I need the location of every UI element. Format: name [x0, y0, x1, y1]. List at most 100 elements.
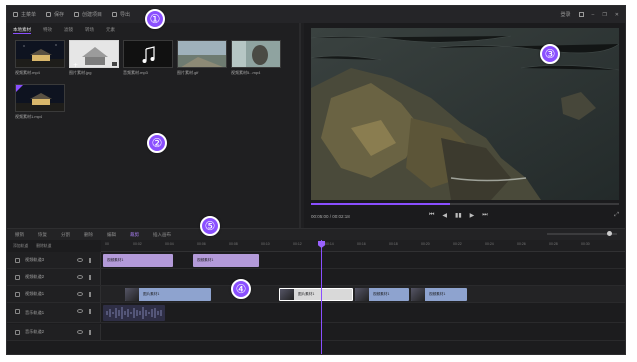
export-button[interactable]: 导出 [112, 11, 130, 18]
speaker-icon[interactable] [89, 258, 94, 263]
clip-label: 视频素材1 [107, 258, 124, 262]
media-thumbnail: + [69, 40, 119, 68]
preview-progress-bar[interactable] [311, 203, 619, 205]
ruler-tick: 00:26 [517, 242, 526, 246]
window-controls: 登录 – ❐ ✕ [561, 6, 619, 23]
ruler-tick: 00:02 [133, 242, 142, 246]
timeline-header: 添加轨道 删除轨道 [7, 240, 101, 252]
fullscreen-icon[interactable]: ⤢ [614, 212, 619, 219]
tab-effects[interactable]: 特效 [43, 27, 52, 33]
track-video-1: 视频轨道1 图片素材1 图片素材1 视频素材1 视频素材1 [7, 286, 625, 303]
create-project-button[interactable]: 创建项目 [74, 11, 102, 18]
tab-elements[interactable]: 元素 [106, 27, 115, 33]
timeline-clip[interactable]: 图片素材1 [125, 288, 211, 301]
zoom-slider-knob[interactable] [607, 231, 612, 236]
titlebar: 主菜单 保存 创建项目 导出 登录 – ❐ ✕ [7, 6, 625, 23]
speaker-icon[interactable] [89, 275, 94, 280]
restore-icon[interactable]: ❐ [602, 12, 606, 18]
tab-filters[interactable]: 滤镜 [64, 27, 73, 33]
step-forward-icon[interactable]: ▶ [470, 212, 475, 219]
lock-icon[interactable] [15, 309, 20, 314]
track-audio-1: 音乐轨道1 [7, 303, 625, 323]
ruler-tick: 00:14 [325, 242, 334, 246]
timeline-clip[interactable]: 视频素材1 [411, 288, 467, 301]
crop-button[interactable]: 裁剪 [130, 232, 139, 238]
tab-local-media[interactable]: 本地素材 [13, 27, 31, 34]
track-audio-2: 音乐轨道2 [7, 324, 625, 341]
media-item-video-3[interactable]: 视频素材1.mp4 [15, 84, 65, 120]
delete-track-button[interactable]: 删除轨道 [36, 244, 51, 249]
next-frame-icon[interactable]: ⏭ [482, 212, 487, 219]
marker-3: ③ [540, 44, 560, 64]
track-header: 音乐轨道1 [7, 303, 101, 322]
media-name: 图片素材.gif [177, 70, 199, 75]
timeline-clip-selected[interactable]: 图片素材1 [279, 288, 353, 301]
speaker-icon[interactable] [89, 292, 94, 297]
eye-icon[interactable] [77, 292, 83, 296]
timeline-clip[interactable]: 视频素材1 [193, 254, 259, 267]
media-item-gif[interactable]: 图片素材.gif [177, 40, 227, 76]
minimize-icon[interactable]: – [592, 12, 595, 18]
tab-transitions[interactable]: 转场 [85, 27, 94, 33]
export-icon [112, 12, 118, 17]
clip-label: 图片素材1 [298, 292, 315, 296]
library-scrollbar[interactable] [299, 23, 301, 228]
media-item-audio[interactable]: 音频素材.mp3 [123, 40, 173, 76]
track-header: 音乐轨道2 [7, 324, 101, 340]
clip-thumbnail [280, 289, 294, 300]
preview-controls: 00:05:00 / 00:02:18 ⏮ ◀ ▮▮ ▶ ⏭ ⤢ [311, 209, 619, 223]
track-name: 音乐轨道2 [25, 329, 45, 334]
timeline-playhead[interactable] [318, 240, 325, 354]
save-icon [46, 12, 52, 17]
close-icon[interactable]: ✕ [615, 12, 619, 18]
media-item-video[interactable]: 视频素材.mp4 [15, 40, 65, 76]
lock-icon[interactable] [15, 275, 20, 280]
lock-icon[interactable] [15, 258, 20, 263]
music-note-icon [142, 46, 155, 63]
speaker-icon[interactable] [89, 330, 94, 335]
playback-buttons: ⏮ ◀ ▮▮ ▶ ⏭ [429, 212, 488, 219]
timeline-clip[interactable]: 视频素材1 [355, 288, 409, 301]
timeline-zoom-slider[interactable] [547, 231, 617, 236]
edit-button[interactable]: 编辑 [107, 232, 116, 238]
menu-icon [13, 12, 18, 17]
media-thumbnail [231, 40, 281, 68]
undo-button[interactable]: 撤销 [15, 232, 24, 238]
timeline-ruler[interactable]: 00 00:02 00:04 00:06 00:08 00:10 00:12 0… [101, 240, 625, 252]
media-item-video-2[interactable]: 视频素材5...mp4 [231, 40, 281, 76]
split-button[interactable]: 分割 [61, 232, 70, 238]
lock-icon[interactable] [15, 330, 20, 335]
save-button[interactable]: 保存 [46, 11, 64, 18]
eye-icon[interactable] [77, 275, 83, 279]
prev-frame-icon[interactable]: ⏮ [429, 212, 434, 219]
play-icon[interactable]: ▮▮ [455, 212, 462, 219]
clip-thumbnail [125, 288, 139, 301]
media-item-image-selected[interactable]: + 图片素材.jpg [69, 40, 119, 76]
delete-button[interactable]: 删除 [84, 232, 93, 238]
audio-clip[interactable] [103, 305, 165, 321]
step-back-icon[interactable]: ◀ [442, 212, 447, 219]
clip-thumbnail [355, 288, 369, 301]
eye-icon[interactable] [77, 258, 83, 262]
main-menu-label: 主菜单 [21, 12, 37, 18]
lock-icon[interactable] [15, 292, 20, 297]
night-house-thumbnail [16, 85, 64, 111]
clip-thumbnail [411, 288, 425, 301]
ruler-tick: 00:08 [229, 242, 238, 246]
eye-icon[interactable] [77, 330, 83, 334]
add-track-button[interactable]: 添加轨道 [13, 244, 28, 249]
settings-icon[interactable] [578, 12, 584, 17]
add-icon: + [73, 62, 78, 68]
redo-button[interactable]: 恢复 [38, 232, 47, 238]
clip-label: 视频素材1 [373, 292, 390, 296]
eye-icon[interactable] [77, 309, 83, 313]
login-button[interactable]: 登录 [561, 11, 571, 18]
portrait-thumbnail [232, 41, 280, 67]
project-icon [74, 12, 80, 17]
speaker-icon[interactable] [89, 309, 94, 314]
insert-canvas-button[interactable]: 插入画布 [153, 232, 171, 238]
main-menu-button[interactable]: 主菜单 [13, 11, 36, 18]
media-name: 图片素材.jpg [69, 70, 92, 75]
timeline-clip[interactable]: 视频素材1 [103, 254, 173, 267]
night-house-thumbnail [16, 41, 64, 67]
